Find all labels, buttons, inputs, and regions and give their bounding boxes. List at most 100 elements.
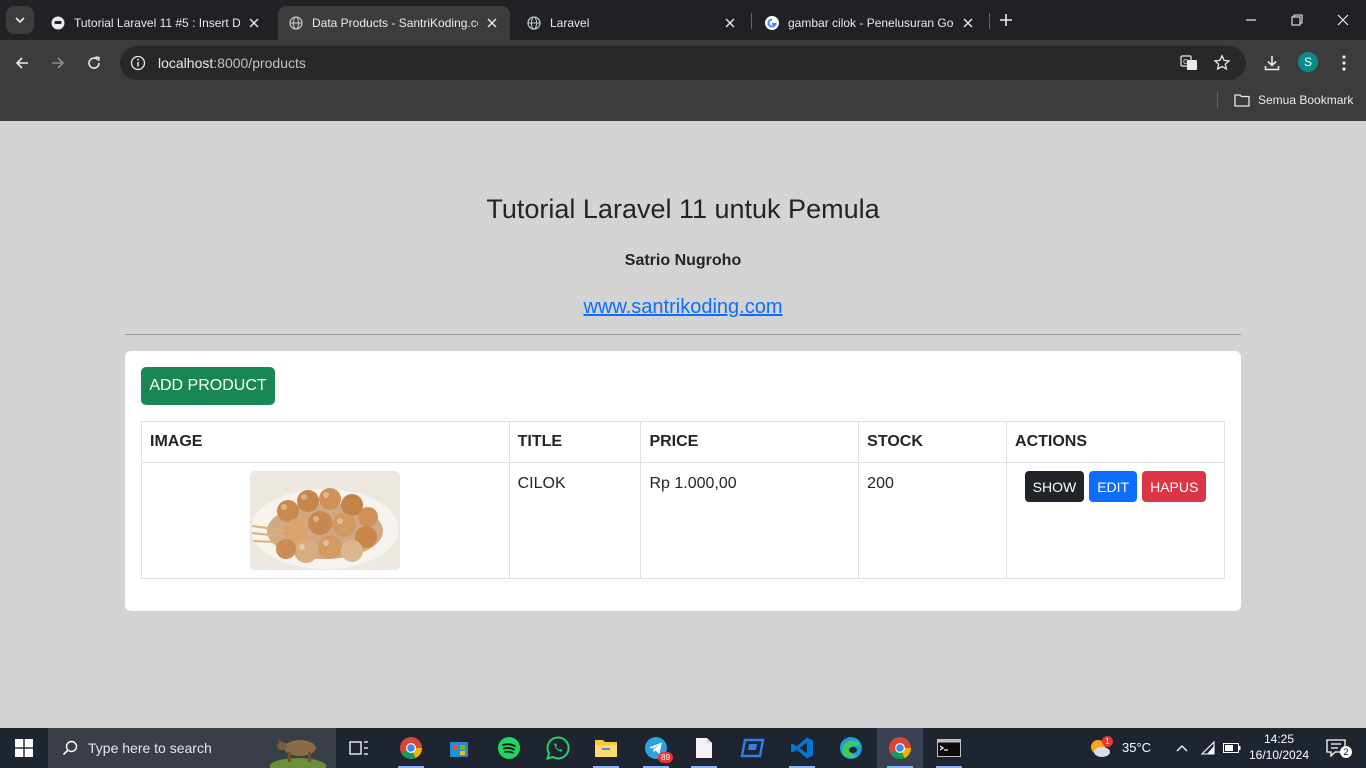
product-image-cell [141, 462, 510, 579]
notification-count: 2 [1340, 746, 1352, 758]
svg-text:G: G [1183, 58, 1188, 66]
battery-button[interactable] [1220, 728, 1244, 768]
taskbar-search-placeholder: Type here to search [88, 740, 212, 756]
back-button[interactable] [8, 49, 36, 77]
plus-icon [1000, 14, 1012, 26]
product-actions-cell: SHOW EDIT HAPUS [1006, 462, 1225, 579]
weather-widget[interactable]: 1 [1080, 728, 1120, 768]
restore-icon [1291, 14, 1303, 26]
taskbar-edge[interactable] [828, 728, 874, 768]
show-hidden-icons-button[interactable] [1170, 728, 1194, 768]
windows-taskbar: Type here to search 89 1 35°C 14:25 16/1… [0, 728, 1366, 768]
task-view-button[interactable] [336, 728, 382, 768]
tab-separator [751, 13, 752, 29]
taskbar-file-explorer[interactable] [583, 728, 629, 768]
tab-title: Laravel [550, 16, 590, 30]
info-icon[interactable] [120, 46, 156, 80]
tab-title: Tutorial Laravel 11 #5 : Insert Data [74, 16, 240, 30]
start-button[interactable] [0, 728, 48, 768]
taskbar-chrome-active[interactable] [877, 728, 923, 768]
close-icon[interactable] [484, 15, 500, 31]
temperature[interactable]: 35°C [1122, 740, 1151, 755]
whatsapp-icon [546, 736, 570, 760]
column-header-image: IMAGE [141, 421, 510, 463]
tab-separator [989, 13, 990, 29]
all-bookmarks-label: Semua Bookmark [1258, 93, 1354, 107]
tab-tutorial-laravel[interactable]: Tutorial Laravel 11 #5 : Insert Data [40, 6, 272, 40]
taskbar-vscode[interactable] [779, 728, 825, 768]
tab-data-products[interactable]: Data Products - SantriKoding.com [278, 6, 510, 40]
globe-icon [526, 15, 542, 31]
edit-button[interactable]: EDIT [1089, 471, 1138, 502]
action-buttons: SHOW EDIT HAPUS [1015, 471, 1216, 502]
battery-icon [1223, 743, 1241, 753]
delete-button[interactable]: HAPUS [1142, 471, 1207, 502]
reload-button[interactable] [80, 49, 108, 77]
bookmarks-separator [1217, 92, 1218, 108]
product-stock: 200 [858, 462, 1008, 579]
address-bar[interactable]: localhost:8000/products G [120, 46, 1246, 80]
chrome-icon [889, 737, 911, 759]
bookmarks-bar [0, 86, 1366, 121]
taskbar-search-box[interactable]: Type here to search [48, 728, 336, 768]
table-header-row: IMAGE TITLE PRICE STOCK ACTIONS [141, 421, 1225, 463]
column-header-stock: STOCK [858, 421, 1008, 463]
taskbar-terminal[interactable] [926, 728, 972, 768]
url-text[interactable]: localhost:8000/products [158, 55, 306, 71]
download-button[interactable] [1258, 49, 1286, 77]
chevron-down-icon [15, 17, 25, 24]
url-host: localhost [158, 55, 214, 71]
all-bookmarks-button[interactable]: Semua Bookmark [1234, 90, 1353, 110]
show-button[interactable]: SHOW [1024, 471, 1085, 502]
close-icon[interactable] [960, 15, 976, 31]
search-highlight-icon [270, 738, 326, 768]
page-author: Satrio Nugroho [624, 252, 742, 269]
page-title: Tutorial Laravel 11 untuk Pemula [486, 194, 880, 224]
restore-button[interactable] [1274, 0, 1320, 40]
remote-app-icon [740, 738, 765, 758]
notification-center-button[interactable]: 2 [1316, 728, 1356, 768]
taskbar-telegram[interactable]: 89 [633, 728, 679, 768]
add-product-button[interactable]: ADD PRODUCT [141, 367, 275, 405]
taskbar-spotify[interactable] [486, 728, 532, 768]
column-header-actions: ACTIONS [1006, 421, 1225, 463]
close-icon[interactable] [246, 15, 262, 31]
site-link[interactable]: www.santrikoding.com [584, 296, 783, 318]
kebab-menu-icon [1342, 55, 1346, 71]
tab-laravel[interactable]: Laravel [516, 6, 748, 40]
arrow-right-icon [52, 57, 65, 69]
new-tab-button[interactable] [996, 10, 1016, 30]
browser-tab-strip: Tutorial Laravel 11 #5 : Insert Data Dat… [0, 0, 1366, 40]
telegram-badge: 89 [658, 752, 673, 763]
system-clock[interactable]: 14:25 16/10/2024 [1248, 731, 1310, 763]
tab-google-search[interactable]: gambar cilok - Penelusuran Google [754, 6, 986, 40]
tab-search-button[interactable] [6, 6, 34, 34]
menu-button[interactable] [1330, 49, 1358, 77]
store-icon [450, 742, 468, 757]
forward-button[interactable] [44, 49, 72, 77]
close-icon[interactable] [722, 15, 738, 31]
vscode-icon [791, 737, 813, 759]
taskbar-chrome[interactable] [388, 728, 434, 768]
products-table: IMAGE TITLE PRICE STOCK ACTIONS CILOK Rp… [141, 421, 1225, 579]
network-button[interactable] [1196, 728, 1220, 768]
taskbar-notepad[interactable] [681, 728, 727, 768]
translate-icon[interactable]: G [1178, 52, 1200, 74]
taskbar-whatsapp[interactable] [535, 728, 581, 768]
taskbar-store[interactable] [436, 728, 482, 768]
search-icon [62, 740, 78, 756]
product-title: CILOK [508, 462, 642, 579]
product-price: Rp 1.000,00 [640, 462, 860, 579]
page-content: Tutorial Laravel 11 untuk Pemula Satrio … [0, 121, 1366, 728]
star-icon[interactable] [1211, 52, 1233, 74]
close-window-button[interactable] [1320, 0, 1366, 40]
profile-avatar[interactable]: S [1298, 52, 1318, 72]
column-header-price: PRICE [640, 421, 860, 463]
table-row: CILOK Rp 1.000,00 200 SHOW EDIT HAPUS [141, 462, 1225, 579]
minimize-button[interactable] [1228, 0, 1274, 40]
folder-icon [595, 740, 617, 757]
tab-favicon-icon [50, 15, 66, 31]
site-link-container: www.santrikoding.com [0, 296, 1366, 319]
taskbar-remote-app[interactable] [730, 728, 776, 768]
spotify-icon [498, 737, 520, 759]
